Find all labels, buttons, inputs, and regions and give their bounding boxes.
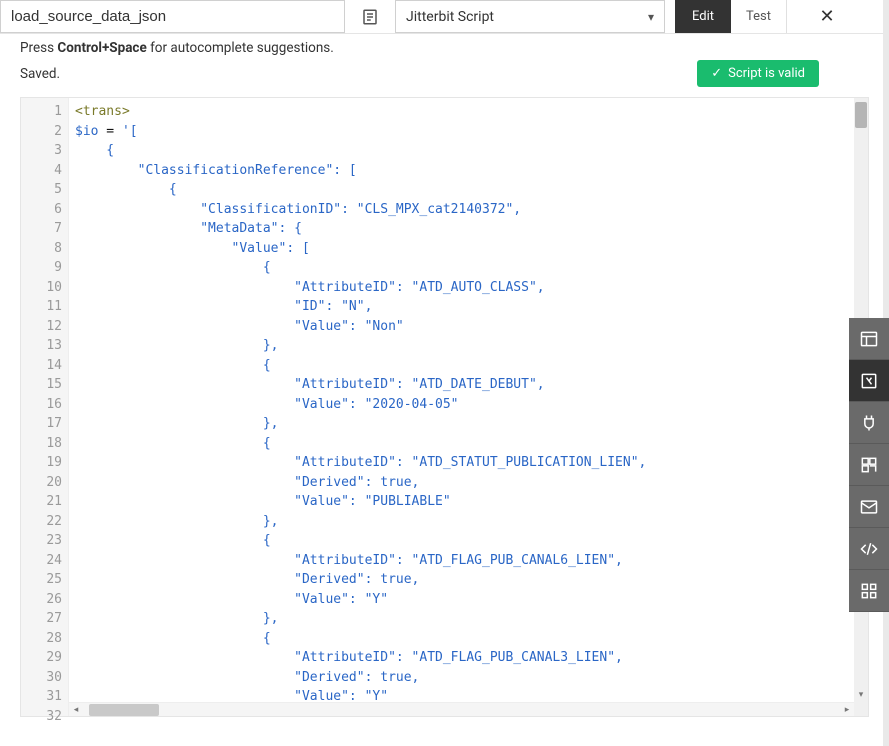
code-area[interactable]: <trans>$io = '[ { "ClassificationReferen…	[69, 98, 854, 716]
operations-icon[interactable]	[849, 444, 889, 486]
code-line[interactable]: "Derived": true,	[75, 668, 854, 688]
code-line[interactable]: "Derived": true,	[75, 473, 854, 493]
test-button[interactable]: Test	[731, 0, 787, 33]
code-line[interactable]: "AttributeID": "ATD_STATUT_PUBLICATION_L…	[75, 453, 854, 473]
line-number: 11	[21, 297, 62, 317]
script-valid-badge: ✓ Script is valid	[697, 60, 819, 87]
line-number: 5	[21, 180, 62, 200]
code-line[interactable]: {	[75, 629, 854, 649]
line-number: 15	[21, 375, 62, 395]
code-line[interactable]: "MetaData": {	[75, 219, 854, 239]
line-number: 8	[21, 239, 62, 259]
code-line[interactable]: "AttributeID": "ATD_FLAG_PUB_CANAL3_LIEN…	[75, 648, 854, 668]
line-number: 6	[21, 200, 62, 220]
line-number: 27	[21, 609, 62, 629]
code-line[interactable]: "ClassificationReference": [	[75, 161, 854, 181]
line-number: 29	[21, 648, 62, 668]
scroll-left-icon[interactable]: ◂	[69, 703, 83, 716]
code-line[interactable]: "AttributeID": "ATD_DATE_DEBUT",	[75, 375, 854, 395]
line-number: 24	[21, 551, 62, 571]
code-line[interactable]: "Value": "PUBLIABLE"	[75, 492, 854, 512]
line-number: 9	[21, 258, 62, 278]
line-number: 32	[21, 707, 62, 727]
line-number: 17	[21, 414, 62, 434]
line-number: 20	[21, 473, 62, 493]
variables-icon[interactable]	[849, 360, 889, 402]
line-number: 19	[21, 453, 62, 473]
autocomplete-hint: Press Control+Space for autocomplete sug…	[0, 34, 889, 58]
line-number: 13	[21, 336, 62, 356]
chevron-down-icon: ▾	[648, 10, 654, 24]
line-number: 1	[21, 102, 62, 122]
code-line[interactable]: },	[75, 414, 854, 434]
right-rail	[849, 318, 889, 612]
scripts-icon[interactable]	[849, 528, 889, 570]
checkmark-icon: ✓	[711, 66, 722, 81]
line-number: 12	[21, 317, 62, 337]
status-line: Saved. ✓ Script is valid	[0, 58, 889, 97]
notes-icon[interactable]	[355, 0, 385, 33]
plugins-icon[interactable]	[849, 402, 889, 444]
topbar: Jitterbit Script ▾ Edit Test ✕	[0, 0, 889, 34]
line-number: 18	[21, 434, 62, 454]
notifications-icon[interactable]	[849, 486, 889, 528]
scroll-down-icon[interactable]: ▾	[854, 688, 868, 702]
code-line[interactable]: "Value": [	[75, 239, 854, 259]
code-line[interactable]: {	[75, 258, 854, 278]
line-number: 28	[21, 629, 62, 649]
line-number: 25	[21, 570, 62, 590]
close-button[interactable]: ✕	[803, 0, 851, 33]
shortcut-label: Control+Space	[57, 40, 146, 56]
code-line[interactable]: },	[75, 512, 854, 532]
horizontal-scroll-thumb[interactable]	[89, 704, 159, 716]
code-line[interactable]: {	[75, 356, 854, 376]
code-line[interactable]: {	[75, 141, 854, 161]
code-line[interactable]: "Derived": true,	[75, 570, 854, 590]
line-number: 16	[21, 395, 62, 415]
close-icon: ✕	[819, 6, 834, 27]
code-line[interactable]: },	[75, 609, 854, 629]
code-line[interactable]: "Value": "2020-04-05"	[75, 395, 854, 415]
apps-icon[interactable]	[849, 570, 889, 612]
code-line[interactable]: {	[75, 180, 854, 200]
line-number: 30	[21, 668, 62, 688]
line-number: 26	[21, 590, 62, 610]
code-line[interactable]: "Value": "Non"	[75, 317, 854, 337]
code-line[interactable]: },	[75, 336, 854, 356]
code-line[interactable]: {	[75, 531, 854, 551]
line-number: 7	[21, 219, 62, 239]
line-number: 4	[21, 161, 62, 181]
source-objects-icon[interactable]	[849, 318, 889, 360]
code-line[interactable]: {	[75, 434, 854, 454]
script-name-input[interactable]	[0, 0, 345, 33]
line-number: 22	[21, 512, 62, 532]
line-number: 3	[21, 141, 62, 161]
language-select[interactable]: Jitterbit Script ▾	[395, 0, 665, 33]
line-number: 14	[21, 356, 62, 376]
language-selected-label: Jitterbit Script	[406, 9, 494, 25]
code-line[interactable]: <trans>	[75, 102, 854, 122]
vertical-scroll-thumb[interactable]	[855, 102, 867, 128]
code-line[interactable]: "ClassificationID": "CLS_MPX_cat2140372"…	[75, 200, 854, 220]
code-editor[interactable]: 1234567891011121314151617181920212223242…	[20, 97, 869, 717]
edit-button[interactable]: Edit	[675, 0, 731, 33]
code-line[interactable]: "AttributeID": "ATD_FLAG_PUB_CANAL6_LIEN…	[75, 551, 854, 571]
scroll-right-icon[interactable]: ▸	[840, 703, 854, 716]
line-number: 10	[21, 278, 62, 298]
line-gutter: 1234567891011121314151617181920212223242…	[21, 98, 69, 716]
horizontal-scrollbar[interactable]: ◂ ▸	[69, 702, 854, 716]
line-number: 2	[21, 122, 62, 142]
code-line[interactable]: "Value": "Y"	[75, 590, 854, 610]
line-number: 23	[21, 531, 62, 551]
saved-status: Saved.	[20, 66, 60, 82]
code-line[interactable]: $io = '[	[75, 122, 854, 142]
line-number: 21	[21, 492, 62, 512]
code-line[interactable]: "ID": "N",	[75, 297, 854, 317]
code-line[interactable]: "AttributeID": "ATD_AUTO_CLASS",	[75, 278, 854, 298]
line-number: 31	[21, 687, 62, 707]
